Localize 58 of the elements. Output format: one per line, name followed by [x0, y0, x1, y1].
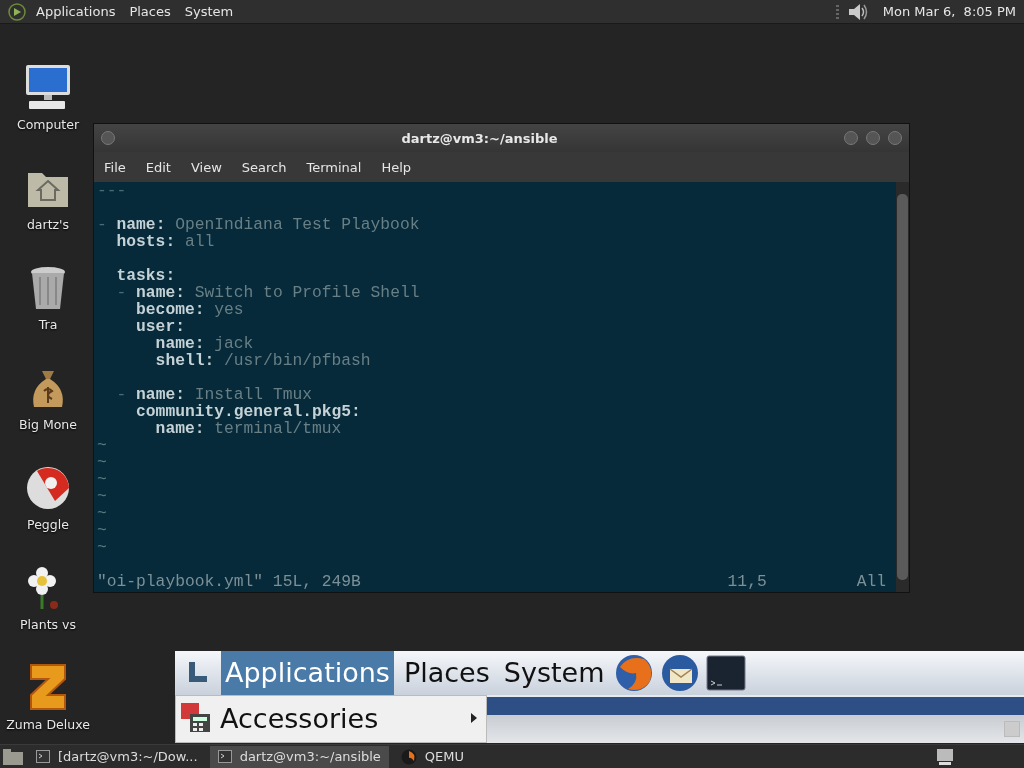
desktop-icon-label[interactable]: Plants vs: [20, 617, 76, 633]
yaml-value: all: [183, 232, 215, 252]
clock[interactable]: Mon Mar 6, 8:05 PM: [882, 4, 1016, 20]
empty-line-marker: ~: [97, 453, 107, 473]
taskbar-button[interactable]: [dartz@vm3:~/Dow...: [28, 745, 206, 768]
yaml-key: name:: [136, 283, 185, 303]
yaml-marker: -: [115, 283, 128, 303]
yaml-key: name:: [116, 215, 166, 235]
yaml-value: jack: [213, 334, 254, 354]
vm-panel-menu[interactable]: System: [499, 651, 609, 696]
yaml-value: terminal/tmux: [213, 419, 342, 439]
cursor-position: 11,5: [727, 572, 767, 591]
empty-line-marker: ~: [97, 504, 107, 524]
yaml-value: /usr/bin/pfbash: [223, 351, 371, 371]
yaml-marker: ---: [97, 181, 127, 201]
panel-menu[interactable]: Places: [129, 4, 171, 20]
file-info: "oi-playbook.yml" 15L, 249B: [97, 572, 361, 591]
yaml-value: yes: [213, 300, 244, 320]
yaml-key: shell:: [97, 351, 215, 371]
yaml-marker: -: [115, 385, 128, 405]
yaml-value: Switch to Profile Shell: [194, 283, 420, 303]
scroll-position: All: [856, 572, 886, 591]
vm-menu-item[interactable]: Accessories: [220, 703, 462, 734]
yaml-key: user:: [97, 317, 185, 337]
yaml-value: OpenIndiana Test Playbook: [174, 215, 420, 235]
menu-item[interactable]: Edit: [145, 160, 171, 175]
desktop-icon-label[interactable]: Peggle: [27, 517, 69, 533]
panel-menu[interactable]: System: [184, 4, 234, 20]
yaml-key: hosts:: [97, 232, 176, 252]
yaml-key: community.general.pkg5:: [97, 402, 361, 422]
yaml-value: Install Tmux: [194, 385, 312, 405]
desktop-icon-label[interactable]: dartz's: [26, 217, 70, 233]
yaml-key: name:: [97, 334, 205, 354]
yaml-marker: -: [97, 215, 108, 235]
menu-item[interactable]: View: [190, 160, 222, 175]
desktop-icon-label[interactable]: Zuma Deluxe: [6, 717, 90, 733]
empty-line-marker: ~: [97, 436, 107, 456]
empty-line-marker: ~: [97, 538, 107, 558]
panel-menu[interactable]: Applications: [36, 4, 116, 20]
yaml-key: tasks:: [97, 266, 176, 286]
yaml-key: name:: [97, 419, 205, 439]
taskbar-button[interactable]: dartz@vm3:~/ansible: [209, 745, 389, 768]
yaml-key: name:: [136, 385, 185, 405]
menu-item[interactable]: File: [104, 160, 126, 175]
desktop-icon-label[interactable]: Big Mone: [19, 417, 77, 433]
vm-panel-menu[interactable]: Places: [399, 651, 494, 696]
menu-item[interactable]: Terminal: [306, 160, 362, 175]
taskbar-button[interactable]: QEMU: [392, 745, 473, 768]
empty-line-marker: ~: [97, 487, 107, 507]
desktop-icon-label[interactable]: Tra: [38, 317, 58, 333]
desktop-icon-label[interactable]: Computer: [16, 117, 80, 133]
vm-panel-menu[interactable]: Applications: [221, 651, 394, 696]
menu-item[interactable]: Help: [381, 160, 412, 175]
empty-line-marker: ~: [97, 470, 107, 490]
empty-line-marker: ~: [97, 521, 107, 541]
yaml-key: become:: [97, 300, 205, 320]
window-title: dartz@vm3:~/ansible: [400, 131, 559, 146]
menu-item[interactable]: Search: [241, 160, 287, 175]
